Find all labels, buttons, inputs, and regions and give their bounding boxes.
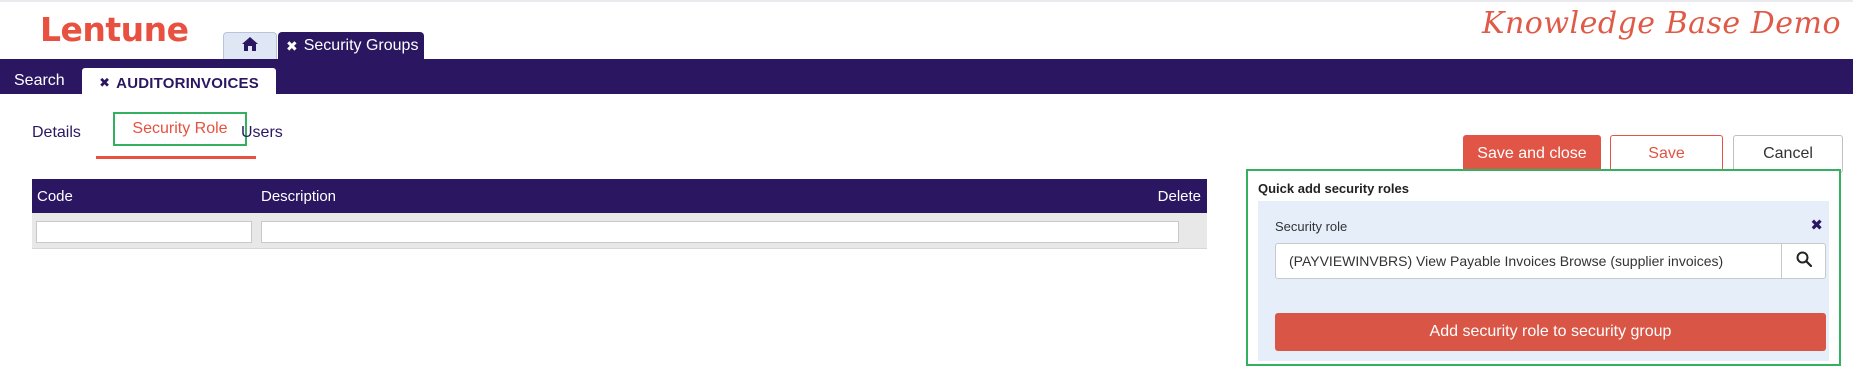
cancel-button[interactable]: Cancel (1733, 135, 1843, 173)
home-tab[interactable] (223, 32, 277, 60)
close-icon[interactable]: ✖ (286, 38, 298, 55)
auditorinvoices-tab[interactable]: ✖ AUDITORINVOICES (82, 68, 276, 98)
tab-security-role[interactable]: Security Role (113, 112, 247, 146)
tab-users[interactable]: Users (241, 124, 283, 142)
column-delete: Delete (1157, 188, 1201, 205)
column-code[interactable]: Code (37, 188, 73, 205)
active-tab-underline (96, 156, 256, 159)
code-filter-input[interactable] (36, 221, 252, 243)
top-border (0, 0, 1853, 2)
add-security-role-button[interactable]: Add security role to security group (1275, 313, 1826, 351)
record-navbar: Search ✖ AUDITORINVOICES (0, 59, 1853, 98)
security-role-grid: Code Description Delete (32, 179, 1207, 249)
grid-header: Code Description Delete (32, 179, 1207, 213)
security-role-field[interactable]: (PAYVIEWINVBRS) View Payable Invoices Br… (1275, 243, 1782, 279)
tab-details[interactable]: Details (32, 124, 81, 142)
grid-filter-row (32, 213, 1207, 249)
description-filter-input[interactable] (261, 221, 1179, 243)
security-groups-tab[interactable]: ✖ Security Groups (278, 32, 424, 60)
search-button[interactable] (1782, 243, 1826, 279)
home-icon (241, 36, 259, 57)
quick-add-form: Security role ✖ (PAYVIEWINVBRS) View Pay… (1258, 201, 1829, 361)
lentune-logo: Lentune (40, 10, 189, 49)
auditorinvoices-tab-label: AUDITORINVOICES (116, 74, 259, 92)
security-groups-tab-label: Security Groups (303, 37, 419, 54)
clear-icon[interactable]: ✖ (1810, 216, 1823, 234)
save-button[interactable]: Save (1610, 135, 1723, 173)
close-icon[interactable]: ✖ (99, 75, 110, 91)
search-icon (1796, 251, 1812, 272)
nav-search-link[interactable]: Search (14, 72, 65, 90)
security-role-label: Security role (1275, 219, 1348, 234)
save-and-close-button[interactable]: Save and close (1463, 135, 1601, 173)
knowledge-base-brand: Knowledge Base Demo (1482, 6, 1841, 41)
quick-add-panel: Quick add security roles Security role ✖… (1246, 169, 1841, 366)
column-description[interactable]: Description (261, 188, 336, 205)
quick-add-title: Quick add security roles (1258, 181, 1410, 196)
